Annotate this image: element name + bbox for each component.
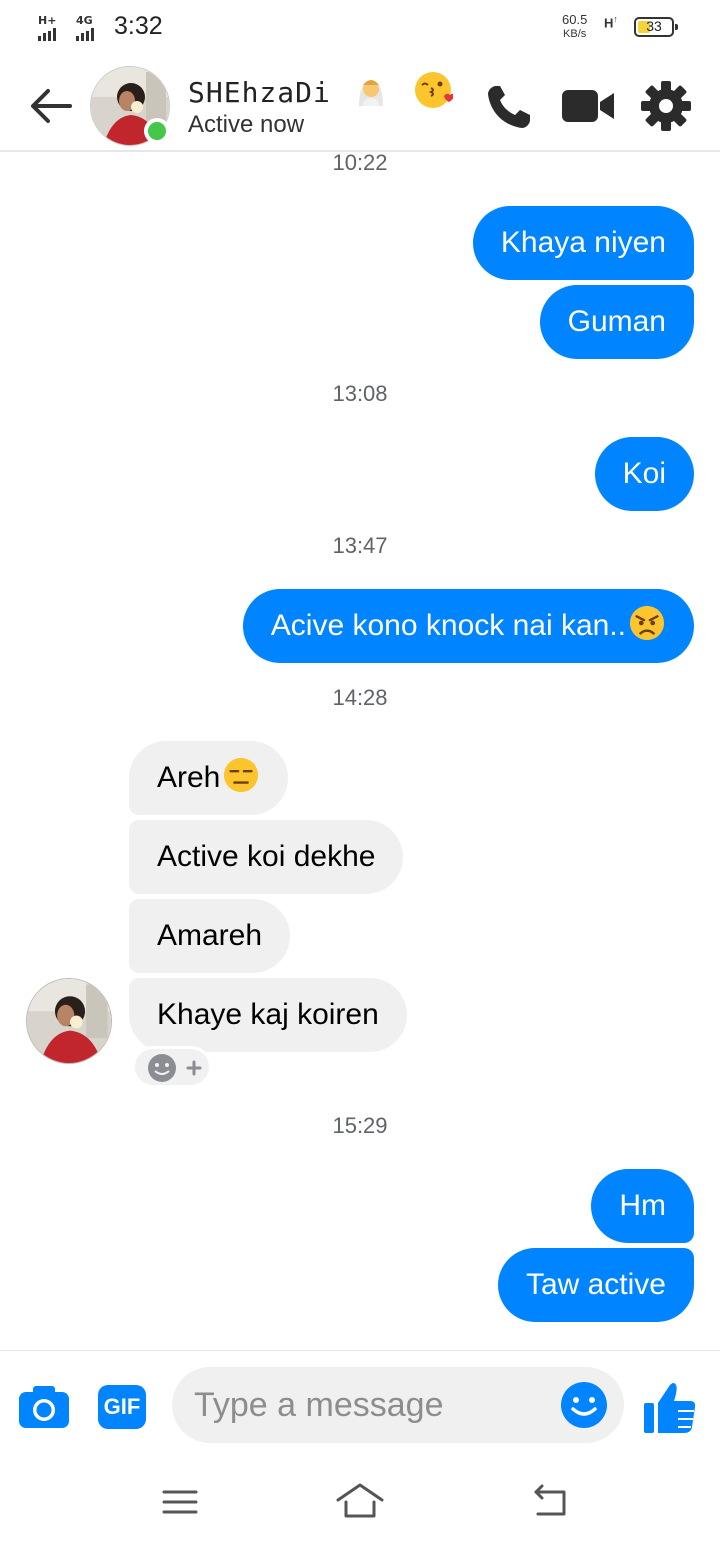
message-text: Acive kono knock nai kan.. [270, 609, 626, 642]
message-field[interactable] [172, 1367, 624, 1443]
voice-call-button[interactable] [482, 78, 538, 134]
gif-label: GIF [103, 1394, 141, 1419]
smiley-icon [561, 1382, 607, 1428]
gear-icon [641, 81, 691, 131]
signal-2-icon: 4G [76, 14, 96, 41]
timestamp: 13:08 [332, 381, 388, 406]
angry-face-emoji-icon [629, 605, 665, 641]
return-icon [534, 1484, 566, 1516]
battery-level: 33 [646, 18, 662, 34]
emoji-picker-button[interactable] [560, 1381, 608, 1429]
timestamp: 15:29 [332, 1113, 388, 1138]
signal-1-icon: H+ [38, 14, 58, 41]
face-blowing-kiss-emoji-icon [414, 72, 454, 108]
message-in[interactable]: Amareh [129, 899, 291, 973]
phone-icon [488, 86, 530, 128]
video-camera-icon [562, 90, 614, 122]
expressionless-face-emoji-icon [224, 757, 259, 793]
message-out[interactable]: Koi [594, 437, 694, 511]
network-type-3: H↑ [604, 14, 618, 31]
message-out[interactable]: Hm [591, 1169, 694, 1243]
contact-name[interactable]: SHEhzaDi [188, 70, 454, 110]
message-text: Areh [157, 761, 221, 794]
settings-button[interactable] [638, 78, 694, 134]
status-bar: H+ 4G 3:32 60.5 KB/s H↑ 33 [0, 0, 720, 56]
timestamp: 13:47 [332, 533, 388, 558]
back-button[interactable] [28, 86, 74, 126]
system-nav-bar [0, 1460, 720, 1544]
conversation-header: SHEhzaDi Active now [0, 56, 720, 152]
sender-avatar[interactable] [26, 978, 112, 1064]
person-with-veil-emoji-icon [358, 80, 383, 106]
video-call-button[interactable] [560, 78, 616, 134]
add-reaction-button[interactable] [132, 1046, 212, 1088]
arrow-left-icon [31, 89, 72, 123]
online-indicator [144, 118, 170, 144]
message-composer: GIF [0, 1350, 720, 1460]
camera-button[interactable] [18, 1385, 70, 1429]
message-out[interactable]: Taw active [497, 1248, 694, 1322]
message-in[interactable]: Areh [129, 741, 289, 815]
speed-value: 60.5 [562, 12, 588, 27]
home-icon [336, 1483, 384, 1518]
message-out[interactable]: Acive kono knock nai kan.. [242, 589, 694, 663]
smiley-plus-icon [148, 1054, 202, 1082]
status-time: 3:32 [114, 12, 163, 40]
thumbs-up-icon [644, 1383, 696, 1433]
network-type-2: 4G [76, 14, 93, 27]
network-speed: 60.5 KB/s [562, 12, 587, 42]
speed-unit: KB/s [563, 28, 587, 40]
timestamp: 10:22 [332, 150, 388, 175]
back-nav-button[interactable] [528, 1482, 572, 1522]
contact-status: Active now [188, 111, 305, 138]
menu-button[interactable] [160, 1484, 200, 1520]
hamburger-menu-icon [162, 1490, 198, 1514]
message-input[interactable] [194, 1367, 564, 1443]
home-button[interactable] [334, 1480, 386, 1522]
gif-button[interactable]: GIF [98, 1385, 146, 1429]
message-out[interactable]: Khaya niyen [472, 206, 694, 280]
timestamp: 14:28 [332, 685, 388, 710]
camera-icon [19, 1386, 69, 1428]
battery-icon: 33 [634, 17, 678, 37]
message-out[interactable]: Guman [539, 285, 694, 359]
message-in[interactable]: Active koi dekhe [129, 820, 404, 894]
network-type-1: H+ [38, 14, 57, 27]
message-in[interactable]: Khaye kaj koiren [129, 978, 407, 1052]
like-button[interactable] [642, 1381, 698, 1435]
